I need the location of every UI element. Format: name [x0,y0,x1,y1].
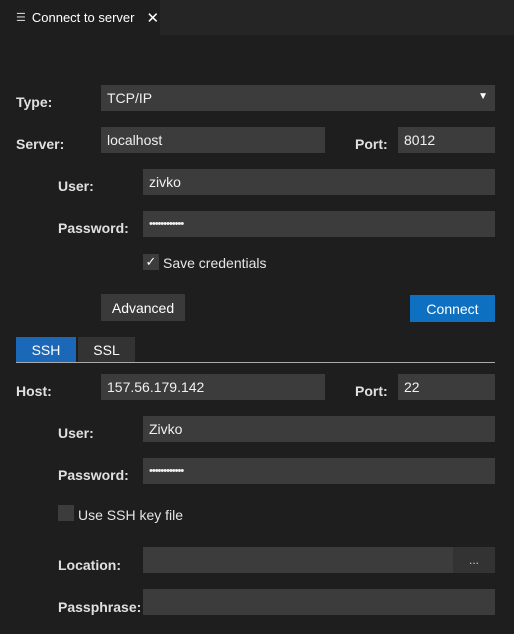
ssh-user-input[interactable] [143,416,495,442]
password-input[interactable]: •••••••••••• [143,211,495,237]
tab-connect-to-server[interactable]: ☰ Connect to server ✕ [0,0,160,35]
passphrase-input[interactable] [143,589,495,615]
location-label: Location: [58,557,121,573]
connect-button[interactable]: Connect [410,295,495,322]
tab-ssh[interactable]: SSH [16,337,76,363]
port-label: Port: [355,136,388,152]
server-input[interactable] [101,127,325,153]
type-label: Type: [16,94,53,110]
passphrase-label: Passphrase: [58,599,142,615]
checkmark-icon: ✓ [145,254,157,269]
host-label: Host: [16,383,52,399]
ssh-port-label: Port: [355,383,388,399]
server-label: Server: [16,136,65,152]
close-icon[interactable]: ✕ [146,9,159,27]
save-credentials-checkbox[interactable]: ✓ [143,254,159,270]
list-icon: ☰ [16,12,26,24]
ssh-port-input[interactable] [398,374,495,400]
user-label: User: [58,178,94,194]
type-select[interactable]: TCP/IP ▼ [101,85,495,111]
browse-button[interactable]: ... [453,547,495,573]
use-ssh-key-label: Use SSH key file [78,507,184,523]
ssh-password-input[interactable]: •••••••••••• [143,458,495,484]
ssh-password-label: Password: [58,467,129,483]
tab-divider [16,362,495,363]
password-label: Password: [58,220,129,236]
dropdown-arrow-icon: ▼ [478,91,488,102]
type-select-value: TCP/IP [107,90,153,106]
ssh-user-label: User: [58,425,94,441]
use-ssh-key-checkbox[interactable] [58,505,74,521]
location-input[interactable] [143,547,453,573]
host-input[interactable] [101,374,325,400]
port-input[interactable] [398,127,495,153]
tab-title: Connect to server [31,10,135,25]
tab-ssl[interactable]: SSL [78,337,135,363]
advanced-button[interactable]: Advanced [101,294,185,321]
save-credentials-label: Save credentials [163,255,267,271]
user-input[interactable] [143,169,495,195]
